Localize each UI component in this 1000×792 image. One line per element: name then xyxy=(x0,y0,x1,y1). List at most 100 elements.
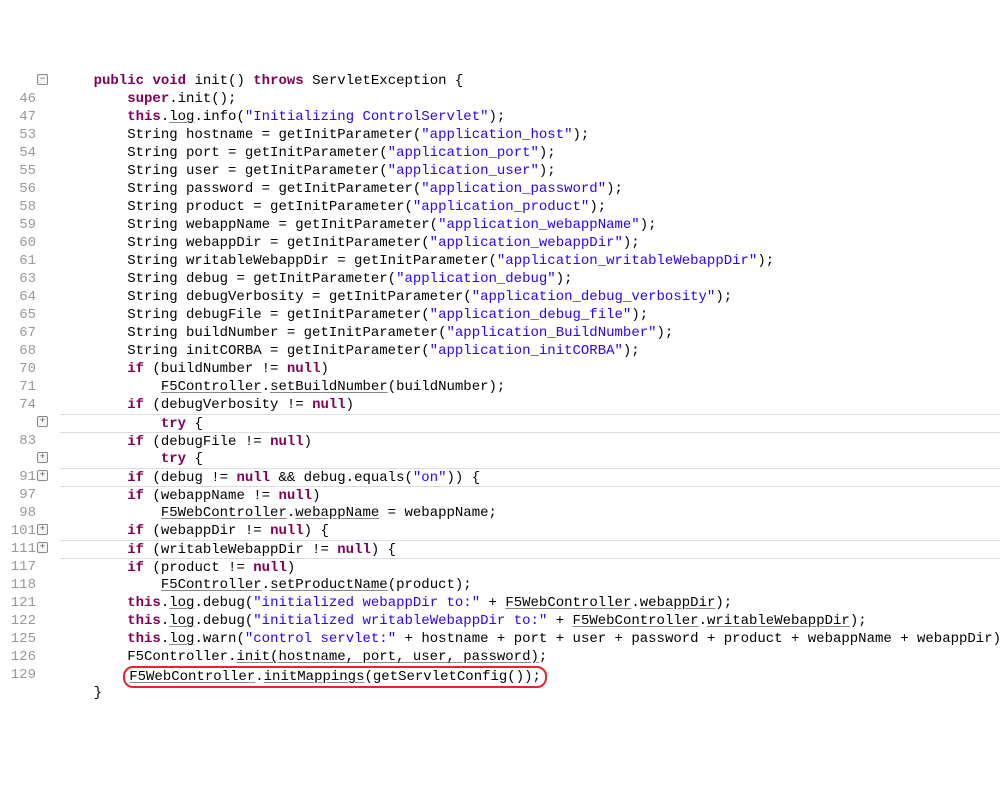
code-line[interactable]: String debug = getInitParameter("applica… xyxy=(60,270,1000,288)
identifier: ); xyxy=(539,145,556,161)
code-line[interactable]: F5WebController.initMappings(getServletC… xyxy=(60,666,1000,684)
string-literal: "application_port" xyxy=(388,145,539,161)
code-line[interactable]: if (debugFile != null) xyxy=(60,432,1000,450)
code-line[interactable]: String webappName = getInitParameter("ap… xyxy=(60,216,1000,234)
code-line[interactable]: F5WebController.webappName = webappName; xyxy=(60,504,1000,522)
code-line[interactable]: String port = getInitParameter("applicat… xyxy=(60,144,1000,162)
identifier: (debugVerbosity != xyxy=(144,397,312,413)
keyword: null xyxy=(278,488,312,504)
identifier: String buildNumber = getInitParameter( xyxy=(127,325,446,341)
code-line[interactable]: String user = getInitParameter("applicat… xyxy=(60,162,1000,180)
code-line[interactable]: if (writableWebappDir != null) { xyxy=(60,540,1000,558)
line-number: 65 xyxy=(0,306,48,324)
string-literal: "application_password" xyxy=(421,181,606,197)
identifier: String hostname = getInitParameter( xyxy=(127,127,421,143)
keyword: this xyxy=(127,631,161,647)
string-literal: "application_webappName" xyxy=(438,217,640,233)
code-line[interactable]: super.init(); xyxy=(60,90,1000,108)
string-literal: "control servlet:" xyxy=(245,631,396,647)
code-line[interactable]: String debugVerbosity = getInitParameter… xyxy=(60,288,1000,306)
highlighted-statement: F5WebController.initMappings(getServletC… xyxy=(123,666,547,688)
code-line[interactable]: public void init() throws ServletExcepti… xyxy=(60,72,1000,90)
code-line[interactable]: if (debug != null && debug.equals("on"))… xyxy=(60,468,1000,486)
code-line[interactable]: if (buildNumber != null) xyxy=(60,360,1000,378)
reference: F5Controller xyxy=(161,379,262,395)
reference: webappDir xyxy=(640,595,716,611)
reference: init(hostname, port, user, password) xyxy=(236,649,538,665)
identifier: F5Controller. xyxy=(127,649,236,665)
line-number: 129 xyxy=(0,666,48,684)
keyword: if xyxy=(127,397,144,413)
code-line[interactable]: if (webappName != null) xyxy=(60,486,1000,504)
code-line[interactable]: String debugFile = getInitParameter("app… xyxy=(60,306,1000,324)
identifier: String password = getInitParameter( xyxy=(127,181,421,197)
keyword: null xyxy=(270,523,304,539)
string-literal: "application_debug" xyxy=(396,271,556,287)
code-line[interactable]: String hostname = getInitParameter("appl… xyxy=(60,126,1000,144)
code-line[interactable]: F5Controller.setProductName(product); xyxy=(60,576,1000,594)
identifier: (getServletConfig()); xyxy=(364,669,540,685)
identifier: . xyxy=(161,595,169,611)
line-number: 46 xyxy=(0,90,48,108)
fold-expand-icon[interactable]: + xyxy=(37,524,48,535)
identifier: && debug.equals( xyxy=(270,470,413,486)
identifier: (buildNumber); xyxy=(388,379,506,395)
line-number: 121 xyxy=(0,594,48,612)
keyword: this xyxy=(127,613,161,629)
identifier: ) xyxy=(304,434,312,450)
identifier: ); xyxy=(556,271,573,287)
string-literal: "application_user" xyxy=(388,163,539,179)
fold-expand-icon[interactable]: + xyxy=(37,416,48,427)
code-line[interactable]: String product = getInitParameter("appli… xyxy=(60,198,1000,216)
identifier: (webappName != xyxy=(144,488,278,504)
line-number: 70 xyxy=(0,360,48,378)
string-literal: "initialized writableWebappDir to:" xyxy=(253,613,547,629)
identifier: String product = getInitParameter( xyxy=(127,199,413,215)
code-line[interactable]: String password = getInitParameter("appl… xyxy=(60,180,1000,198)
line-number: + xyxy=(0,450,48,468)
code-line[interactable]: String webappDir = getInitParameter("app… xyxy=(60,234,1000,252)
line-number: 126 xyxy=(0,648,48,666)
identifier: = webappName; xyxy=(379,505,497,521)
code-line[interactable]: if (product != null) xyxy=(60,558,1000,576)
fold-expand-icon[interactable]: + xyxy=(37,452,48,463)
code-line[interactable]: if (webappDir != null) { xyxy=(60,522,1000,540)
reference: log xyxy=(169,109,194,125)
identifier: . xyxy=(161,109,169,125)
code-area[interactable]: public void init() throws ServletExcepti… xyxy=(52,72,1000,702)
line-number: 64 xyxy=(0,288,48,306)
identifier: ); xyxy=(623,235,640,251)
reference: F5WebController xyxy=(573,613,699,629)
identifier: (product != xyxy=(144,560,253,576)
identifier: (debugFile != xyxy=(144,434,270,450)
code-line[interactable]: F5Controller.setBuildNumber(buildNumber)… xyxy=(60,378,1000,396)
code-line[interactable]: this.log.debug("initialized writableWeba… xyxy=(60,612,1000,630)
code-line[interactable]: this.log.info("Initializing ControlServl… xyxy=(60,108,1000,126)
identifier: ); xyxy=(573,127,590,143)
code-line[interactable]: try { xyxy=(60,414,1000,432)
identifier: ); xyxy=(715,595,732,611)
string-literal: "initialized webappDir to:" xyxy=(253,595,480,611)
code-line[interactable]: String buildNumber = getInitParameter("a… xyxy=(60,324,1000,342)
fold-collapse-icon[interactable]: − xyxy=(37,74,48,85)
code-line[interactable]: try { xyxy=(60,450,1000,468)
reference: F5WebController xyxy=(129,669,255,685)
identifier: ); xyxy=(850,613,867,629)
reference: F5WebController xyxy=(161,505,287,521)
line-number: 125 xyxy=(0,630,48,648)
code-line[interactable]: if (debugVerbosity != null) xyxy=(60,396,1000,414)
fold-expand-icon[interactable]: + xyxy=(37,470,48,481)
code-line[interactable]: F5Controller.init(hostname, port, user, … xyxy=(60,648,1000,666)
identifier: ) xyxy=(287,560,295,576)
code-line[interactable]: String writableWebappDir = getInitParame… xyxy=(60,252,1000,270)
line-number: 60 xyxy=(0,234,48,252)
fold-expand-icon[interactable]: + xyxy=(37,542,48,553)
string-literal: "application_BuildNumber" xyxy=(446,325,656,341)
code-line[interactable]: this.log.warn("control servlet:" + hostn… xyxy=(60,630,1000,648)
identifier: + hostname + port + user + password + pr… xyxy=(396,631,1000,647)
code-line[interactable]: String initCORBA = getInitParameter("app… xyxy=(60,342,1000,360)
identifier: . xyxy=(161,631,169,647)
identifier: ) xyxy=(320,361,328,377)
code-line[interactable]: this.log.debug("initialized webappDir to… xyxy=(60,594,1000,612)
keyword: try xyxy=(161,416,186,432)
